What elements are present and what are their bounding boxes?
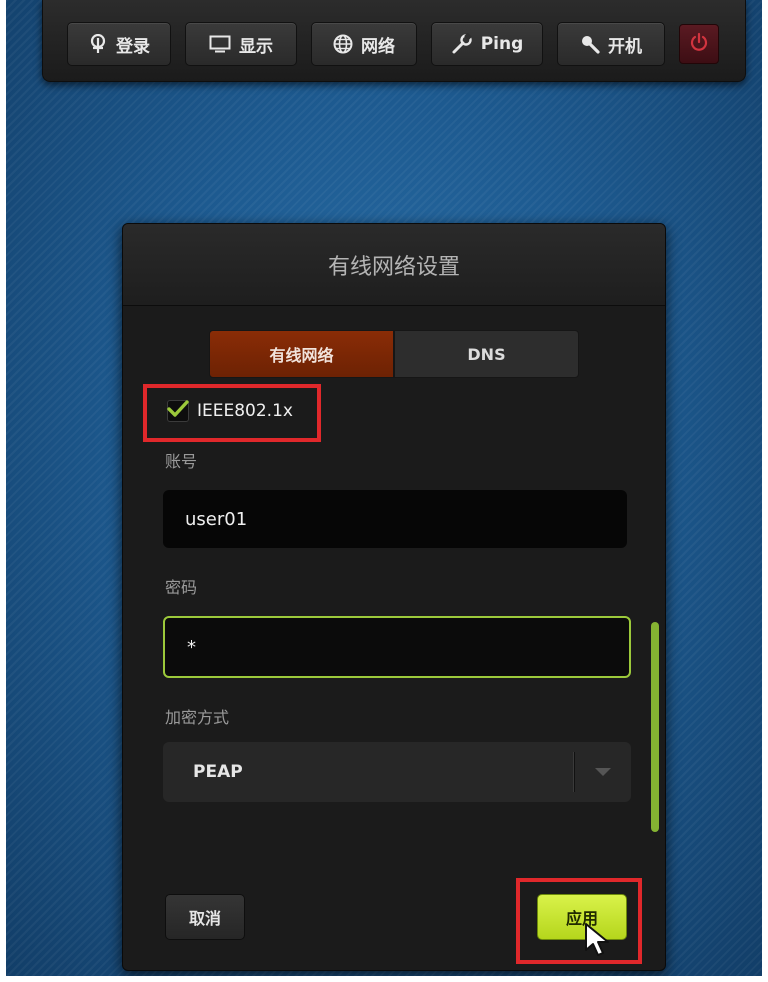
scrollbar[interactable] <box>651 394 659 854</box>
network-button[interactable]: 网络 <box>311 22 417 66</box>
dialog-header: 有线网络设置 <box>123 224 665 306</box>
account-value: user01 <box>185 508 248 530</box>
account-input[interactable]: user01 <box>163 490 627 548</box>
mouse-pointer-icon <box>584 922 612 962</box>
encryption-label: 加密方式 <box>165 708 230 727</box>
password-value: * <box>187 636 196 658</box>
scrollbar-thumb[interactable] <box>651 622 659 832</box>
display-icon <box>209 35 231 53</box>
password-input[interactable]: * <box>163 616 631 678</box>
login-button[interactable]: 登录 <box>67 22 171 66</box>
dialog-title: 有线网络设置 <box>327 254 460 280</box>
network-label: 网络 <box>361 36 395 57</box>
account-label: 账号 <box>165 452 198 471</box>
login-label: 登录 <box>116 36 150 57</box>
encryption-value: PEAP <box>193 762 243 782</box>
wake-label: 开机 <box>608 36 642 57</box>
wrench-icon <box>451 33 473 55</box>
power-icon <box>689 32 709 56</box>
globe-icon <box>333 34 353 54</box>
tab-bar: 有线网络 DNS <box>209 330 579 378</box>
tab-dns[interactable]: DNS <box>394 330 579 378</box>
desktop-background: 登录 显示 网络 Ping 开机 有线网络设置 有线网络 DNS IEEE802… <box>6 0 762 976</box>
checkbox-highlight-box <box>143 384 321 442</box>
apply-highlight-box <box>516 878 642 964</box>
top-toolbar: 登录 显示 网络 Ping 开机 <box>42 0 746 82</box>
chevron-down-icon[interactable] <box>575 767 631 777</box>
display-button[interactable]: 显示 <box>185 22 297 66</box>
encryption-select[interactable]: PEAP <box>163 742 631 802</box>
power-button[interactable] <box>679 24 719 64</box>
cancel-button[interactable]: 取消 <box>165 894 245 940</box>
tab-wired-network[interactable]: 有线网络 <box>209 330 394 378</box>
login-icon <box>88 34 108 54</box>
ping-button[interactable]: Ping <box>431 22 543 66</box>
wired-network-dialog: 有线网络设置 有线网络 DNS IEEE802.1x 账号 user01 密码 … <box>122 223 666 971</box>
password-label: 密码 <box>165 578 198 597</box>
display-label: 显示 <box>239 36 273 57</box>
ping-label: Ping <box>480 34 524 54</box>
wake-icon <box>580 34 600 54</box>
wake-button[interactable]: 开机 <box>557 22 665 66</box>
